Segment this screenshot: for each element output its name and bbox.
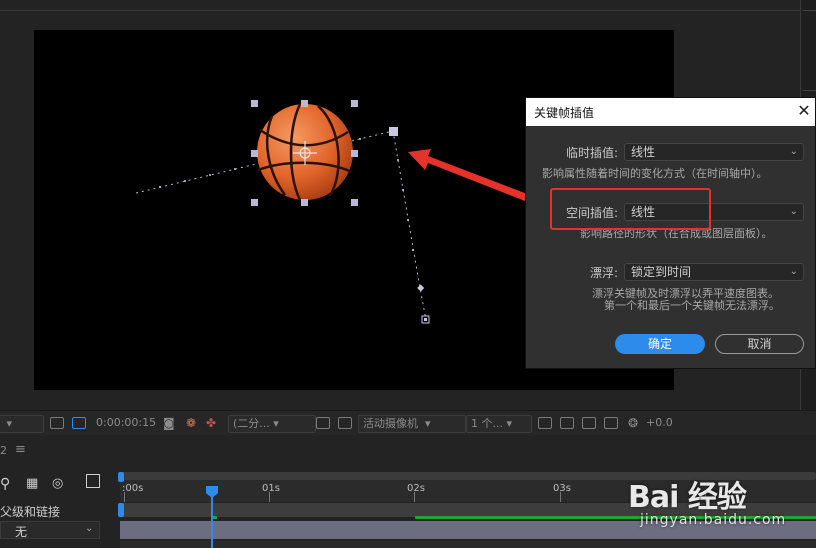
chevron-down-icon: ⌄ — [789, 206, 798, 217]
channel-icon[interactable]: ✤ — [206, 415, 216, 431]
dialog-title: 关键帧插值 — [534, 106, 595, 120]
temporal-value: 线性 — [631, 145, 656, 159]
show-snapshot-icon[interactable]: ❁ — [186, 415, 196, 431]
frame-blend-icon[interactable]: ▦ — [26, 476, 38, 491]
transparency-grid-icon[interactable] — [72, 417, 86, 429]
temporal-interpolation-select[interactable]: 线性 ⌄ — [624, 143, 804, 161]
property-track — [120, 540, 816, 548]
keyframe-interpolation-dialog: 关键帧插值 ✕ 临时插值: 线性 ⌄ 影响属性随着时间的变化方式（在时间轴中）。… — [525, 97, 816, 369]
ok-button[interactable]: 确定 — [615, 334, 705, 354]
chevron-down-icon: ⌄ — [85, 523, 94, 534]
reset-exposure-icon[interactable] — [604, 417, 618, 429]
panel-divider — [0, 10, 800, 11]
tick-mark — [560, 492, 561, 502]
close-icon[interactable]: ✕ — [796, 102, 812, 120]
chevron-down-icon: ⌄ — [789, 146, 798, 157]
resolution-dropdown[interactable]: (二分... ▾ — [228, 415, 316, 433]
views-dropdown[interactable]: 1 个... ▾ — [466, 415, 532, 433]
parent-dropdown[interactable]: 无 ⌄ — [0, 521, 100, 539]
panel-number: 2 — [0, 444, 7, 457]
parent-link-label: 父级和链接 — [0, 505, 61, 519]
tick-label: 03s — [553, 483, 571, 494]
panel-divider — [803, 10, 816, 11]
region-icon[interactable] — [50, 417, 64, 429]
snapshot-icon[interactable]: ◙ — [163, 415, 175, 431]
annotation-highlight-box — [550, 188, 711, 230]
panel-divider — [803, 90, 816, 91]
tick-label: :00s — [122, 483, 144, 494]
panel-menu-icon[interactable]: ≡ — [15, 442, 26, 457]
temporal-label: 临时插值: — [565, 146, 618, 160]
chevron-down-icon: ⌄ — [789, 266, 798, 277]
roving-value: 锁定到时间 — [631, 265, 692, 279]
cancel-button[interactable]: 取消 — [715, 334, 804, 354]
tick-mark — [269, 492, 270, 502]
flowchart-icon[interactable] — [582, 417, 596, 429]
exposure-value[interactable]: +0.0 — [646, 415, 673, 431]
resolution-label: (二分... — [233, 417, 270, 430]
baidu-watermark-logo: Bai 经验 — [628, 480, 747, 515]
dialog-titlebar[interactable]: 关键帧插值 ✕ — [526, 98, 815, 126]
navigator-start-handle[interactable] — [118, 472, 124, 482]
timecode-display[interactable]: 0:00:00:15 — [96, 415, 156, 431]
roving-label: 漂浮: — [589, 266, 618, 280]
preview-icon[interactable] — [560, 417, 574, 429]
camera-dropdown[interactable]: 活动摄像机 ▾ — [358, 415, 466, 433]
timeline-switches: ⚲ ▦ ◎ — [0, 462, 120, 502]
shy-icon[interactable]: ⚲ — [0, 476, 10, 492]
tick-mark — [414, 492, 415, 502]
roving-select[interactable]: 锁定到时间 ⌄ — [624, 263, 804, 281]
temporal-description: 影响属性随着时间的变化方式（在时间轴中）。 — [542, 167, 768, 180]
exposure-icon[interactable]: ❂ — [628, 415, 638, 431]
graph-editor-icon[interactable] — [86, 474, 100, 488]
cache-indicator — [213, 516, 217, 519]
pixel-aspect-icon[interactable] — [538, 417, 552, 429]
tick-label: 02s — [407, 483, 425, 494]
work-area-start-handle[interactable] — [118, 503, 124, 517]
toggle-grid-icon[interactable] — [338, 417, 352, 429]
fast-preview-icon[interactable] — [316, 417, 330, 429]
roving-description-2: 第一个和最后一个关键帧无法漂浮。 — [604, 299, 780, 312]
parent-value: 无 — [15, 525, 28, 539]
views-label: 1 个... — [471, 417, 503, 430]
composition-toolbar: ▾ 0:00:00:15 ◙ ❁ ✤ (二分... ▾ 活动摄像机 ▾ 1 个.… — [0, 410, 816, 436]
zoom-dropdown[interactable]: ▾ — [0, 415, 44, 433]
tick-label: 01s — [262, 483, 280, 494]
baidu-watermark-url: jingyan.baidu.com — [640, 512, 787, 528]
motion-blur-icon[interactable]: ◎ — [52, 476, 63, 491]
camera-label: 活动摄像机 — [363, 417, 418, 430]
tick-mark — [124, 492, 125, 502]
